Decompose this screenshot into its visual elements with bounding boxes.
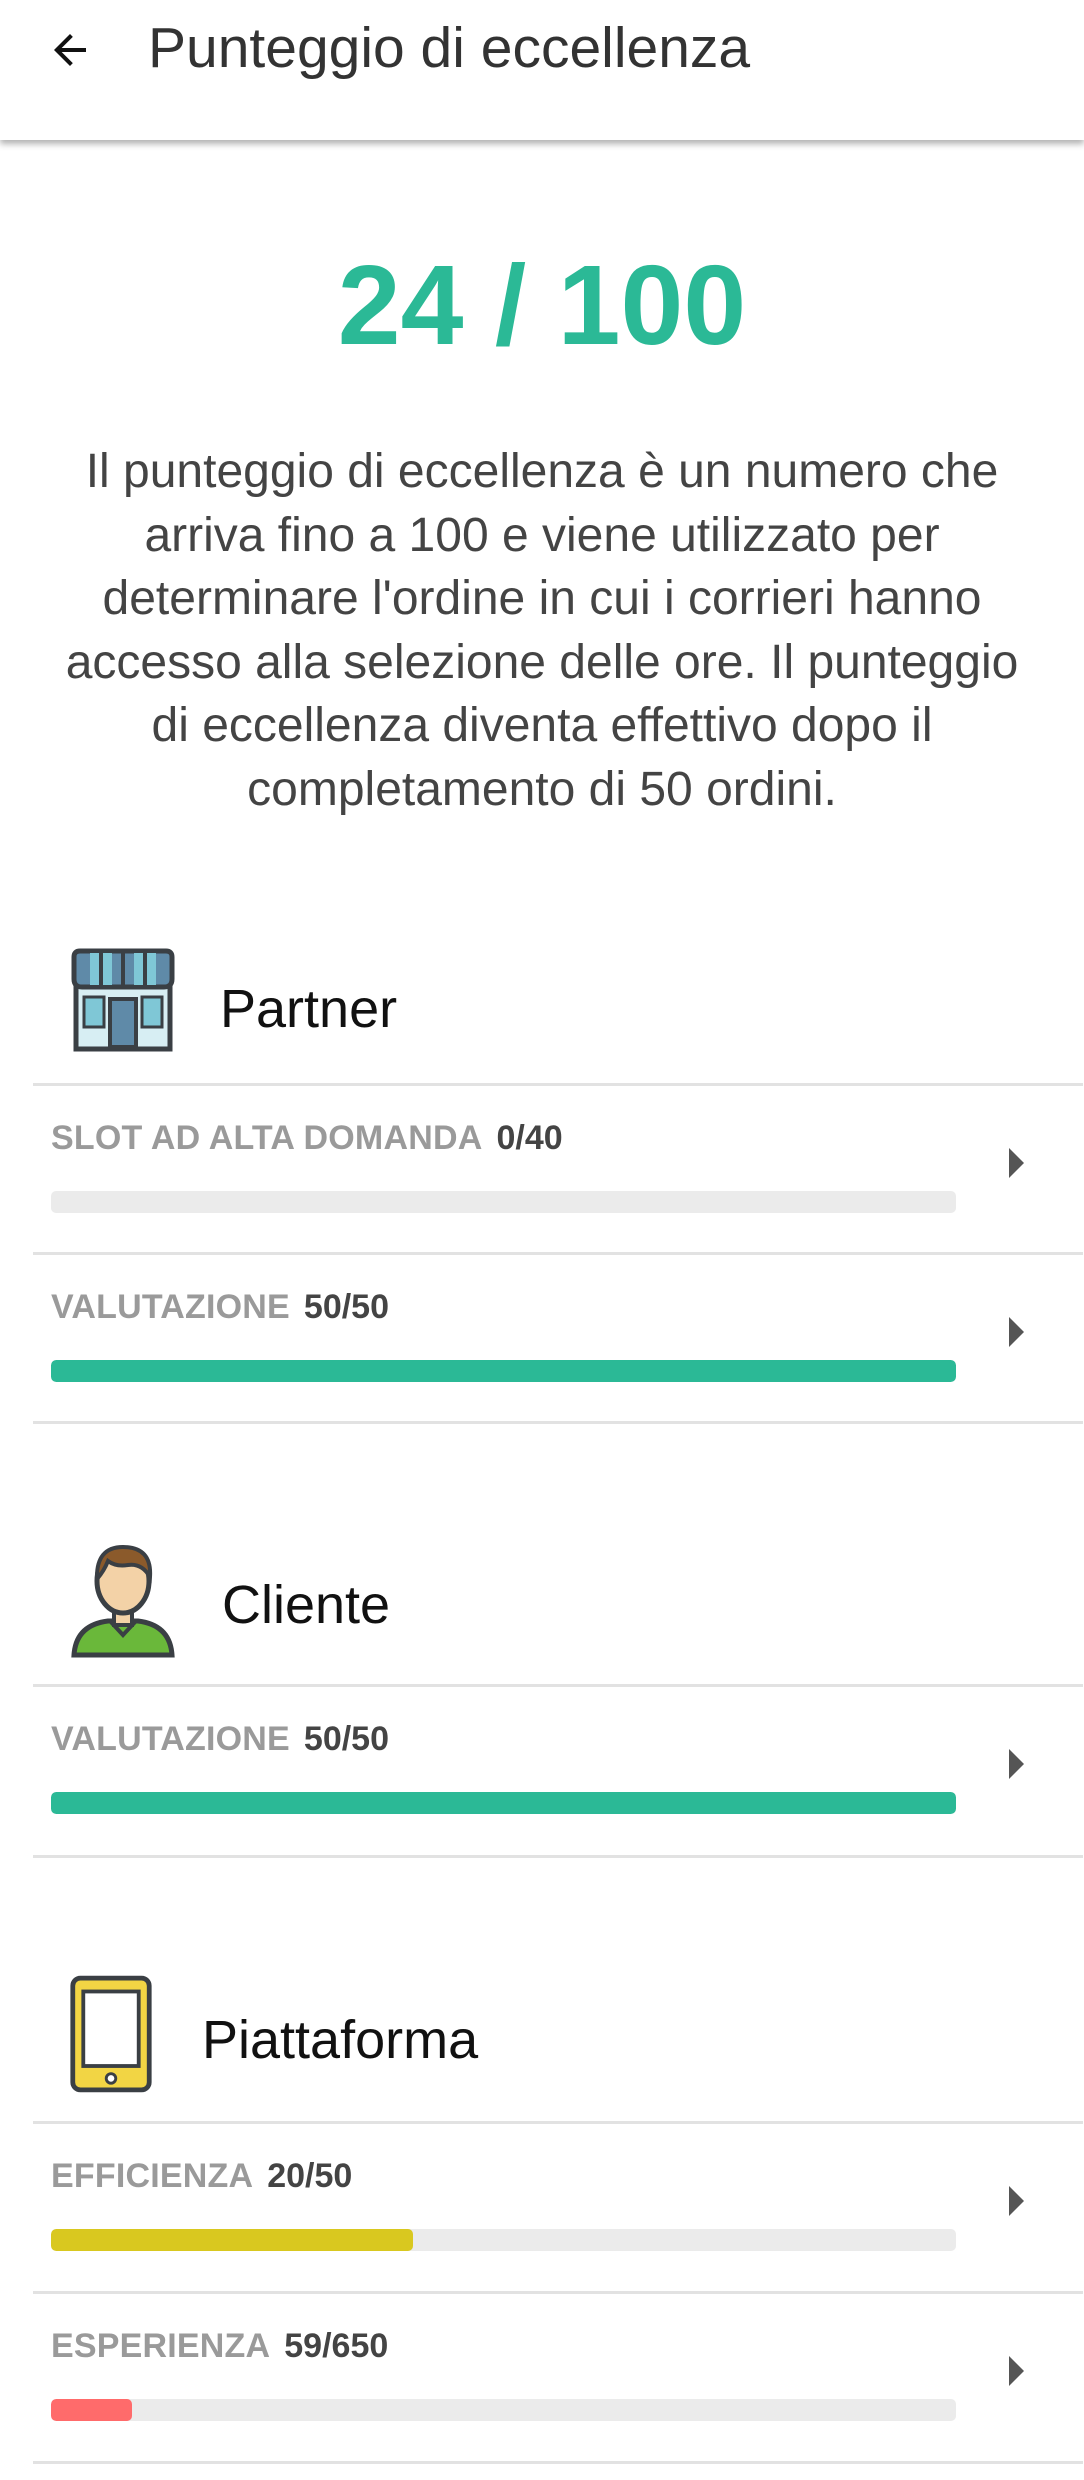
- section-title-piattaforma: Piattaforma: [202, 2010, 479, 2070]
- app-bar: Punteggio di eccellenza: [0, 0, 1084, 140]
- storefront-icon: [71, 948, 175, 1052]
- section-header-partner: Partner: [0, 945, 1084, 1075]
- chevron-right-icon: [1009, 1148, 1024, 1178]
- divider: [33, 1421, 1083, 1424]
- customer-avatar-icon: [71, 1544, 175, 1658]
- metric-name: VALUTAZIONE: [51, 1720, 290, 1758]
- excellence-score: 24 / 100: [337, 242, 747, 368]
- smartphone-icon: [70, 1975, 152, 2093]
- progress-bar: [51, 2399, 956, 2421]
- progress-fill: [51, 1360, 956, 1382]
- metric-row-efficiency[interactable]: EFFICIENZA 20/50: [33, 2124, 1083, 2290]
- section-header-cliente: Cliente: [0, 1535, 1084, 1665]
- back-button[interactable]: [30, 10, 110, 90]
- progress-fill: [51, 1792, 956, 1814]
- metric-row-experience[interactable]: ESPERIENZA 59/650: [33, 2294, 1083, 2460]
- divider: [33, 1855, 1083, 1858]
- section-header-piattaforma: Piattaforma: [0, 1972, 1084, 2102]
- chevron-right-icon: [1009, 2186, 1024, 2216]
- section-title-cliente: Cliente: [222, 1575, 391, 1635]
- metric-value: 20/50: [267, 2157, 353, 2195]
- progress-bar: [51, 1191, 956, 1213]
- chevron-right-icon: [1009, 1749, 1024, 1779]
- progress-fill: [51, 2229, 413, 2251]
- metric-value: 50/50: [303, 1288, 390, 1326]
- metric-value: 0/40: [496, 1119, 563, 1157]
- divider: [33, 2461, 1083, 2464]
- metric-row-high-demand-slots[interactable]: SLOT AD ALTA DOMANDA 0/40: [33, 1086, 1083, 1252]
- metric-value: 50/50: [303, 1720, 390, 1758]
- metric-row-partner-rating[interactable]: VALUTAZIONE 50/50: [33, 1255, 1083, 1421]
- progress-bar: [51, 1792, 956, 1814]
- arrow-left-icon: [54, 34, 86, 66]
- score-description: Il punteggio di eccellenza è un numero c…: [65, 445, 1019, 816]
- progress-bar: [51, 2229, 956, 2251]
- metric-name: ESPERIENZA: [51, 2327, 271, 2365]
- chevron-right-icon: [1009, 2356, 1024, 2386]
- metric-value: 59/650: [284, 2327, 389, 2365]
- page-title: Punteggio di eccellenza: [148, 16, 751, 80]
- metric-name: VALUTAZIONE: [51, 1288, 290, 1326]
- section-title-partner: Partner: [220, 979, 398, 1039]
- metric-name: SLOT AD ALTA DOMANDA: [51, 1119, 483, 1157]
- metric-row-customer-rating[interactable]: VALUTAZIONE 50/50: [33, 1687, 1083, 1853]
- chevron-right-icon: [1009, 1317, 1024, 1347]
- progress-bar: [51, 1360, 956, 1382]
- metric-name: EFFICIENZA: [51, 2157, 254, 2195]
- progress-fill: [51, 2399, 133, 2421]
